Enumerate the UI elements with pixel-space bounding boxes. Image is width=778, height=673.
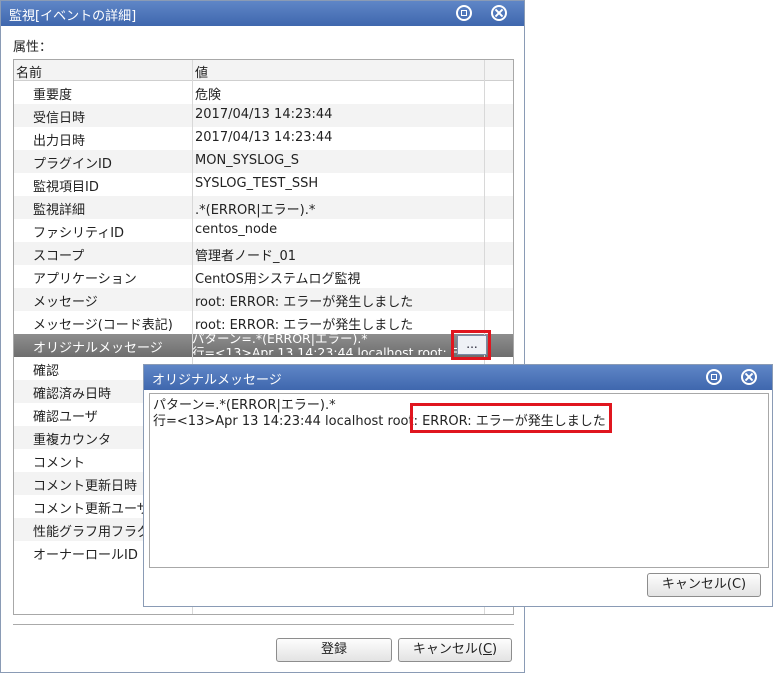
table-row[interactable]: メッセージ(コード表記) root: ERROR: エラーが発生しました: [14, 311, 513, 334]
row-name: メッセージ: [33, 295, 98, 310]
row-value: CentOS用システムログ監視: [195, 272, 361, 287]
popup-close-icon[interactable]: [741, 369, 757, 385]
row-name: オリジナルメッセージ: [33, 341, 163, 356]
row-name: 監視項目ID: [33, 180, 99, 195]
row-value-line1: パターン=.*(ERROR|エラー).*: [192, 332, 368, 346]
cancel-button[interactable]: キャンセル(C): [398, 638, 512, 662]
close-icon[interactable]: [491, 5, 507, 21]
highlight-box-error: [410, 403, 612, 433]
row-value: 危険: [195, 88, 222, 103]
original-message-dialog: オリジナルメッセージ パターン=.*(ERROR|エラー).* 行=<13>Ap…: [143, 364, 773, 607]
table-row[interactable]: プラグインID MON_SYSLOG_S: [14, 150, 513, 173]
row-name: 重要度: [33, 88, 73, 103]
row-value: MON_SYSLOG_S: [195, 153, 299, 168]
row-name: コメント: [33, 456, 86, 471]
popup-titlebar[interactable]: オリジナルメッセージ: [144, 365, 772, 390]
table-row[interactable]: メッセージ root: ERROR: エラーが発生しました: [14, 288, 513, 311]
row-name: 確認済み日時: [33, 387, 112, 402]
table-row[interactable]: 重要度 危険: [14, 81, 513, 104]
row-value: 2017/04/13 14:23:44: [195, 107, 333, 122]
row-name: コメント更新ユーザ: [33, 502, 150, 517]
row-name: 受信日時: [33, 111, 86, 126]
main-titlebar[interactable]: 監視[イベントの詳細]: [1, 1, 524, 26]
row-value: 2017/04/13 14:23:44: [195, 130, 333, 145]
popup-title: オリジナルメッセージ: [152, 373, 282, 388]
column-name-header[interactable]: 名前: [16, 62, 42, 81]
table-row[interactable]: アプリケーション CentOS用システムログ監視: [14, 265, 513, 288]
row-value: 管理者ノード_01: [195, 249, 297, 264]
table-row[interactable]: 出力日時 2017/04/13 14:23:44: [14, 127, 513, 150]
row-value-line2: 行=<13>Apr 13 14:23:44 localhost root: ER…: [192, 345, 460, 356]
row-value: root: ERROR: エラーが発生しました: [195, 295, 414, 310]
popup-cancel-button[interactable]: キャンセル(C): [647, 573, 761, 597]
window-title: 監視[イベントの詳細]: [9, 9, 137, 24]
maximize-icon[interactable]: [456, 5, 472, 21]
highlight-box-ellipsis: [451, 330, 491, 360]
row-name: スコープ: [33, 249, 85, 264]
cancel-label-close: ): [492, 642, 498, 657]
row-value: .*(ERROR|エラー).*: [195, 203, 316, 218]
table-row[interactable]: オリジナルメッセージ パターン=.*(ERROR|エラー).* 行=<13>Apr …: [14, 332, 513, 357]
table-row[interactable]: ファシリティID centos_node: [14, 219, 513, 242]
row-name: ファシリティID: [33, 226, 125, 241]
row-value: root: ERROR: エラーが発生しました: [195, 318, 414, 333]
row-name: 重複カウンタ: [33, 433, 112, 448]
cancel-accesskey: C: [482, 642, 493, 657]
separator: [13, 624, 514, 625]
table-row[interactable]: 受信日時 2017/04/13 14:23:44: [14, 104, 513, 127]
row-name: コメント更新日時: [33, 479, 138, 494]
row-value: SYSLOG_TEST_SSH: [195, 176, 319, 191]
cancel-label: キャンセル(: [412, 642, 483, 657]
table-row[interactable]: スコープ 管理者ノード_01: [14, 242, 513, 265]
row-name: 出力日時: [33, 134, 86, 149]
row-name: 確認ユーザ: [33, 410, 98, 425]
row-name: 監視詳細: [33, 203, 86, 218]
register-label: 登録: [320, 642, 347, 657]
popup-cancel-label: キャンセル(C): [661, 577, 747, 592]
row-name: メッセージ(コード表記): [33, 318, 173, 333]
row-name: 性能グラフ用フラグ: [33, 525, 151, 540]
row-name: プラグインID: [33, 157, 112, 172]
table-row[interactable]: 監視項目ID SYSLOG_TEST_SSH: [14, 173, 513, 196]
row-name: オーナーロールID: [33, 548, 138, 563]
row-value: パターン=.*(ERROR|エラー).* 行=<13>Apr 13 14:23:4…: [192, 332, 460, 355]
row-name: アプリケーション: [33, 272, 137, 287]
row-value: centos_node: [195, 222, 278, 237]
attributes-label: 属性：: [13, 40, 53, 55]
popup-maximize-icon[interactable]: [706, 369, 722, 385]
table-header: 名前 値: [14, 60, 513, 81]
register-button[interactable]: 登録: [276, 638, 392, 662]
column-value-header[interactable]: 値: [195, 62, 208, 81]
table-row[interactable]: 監視詳細 .*(ERROR|エラー).*: [14, 196, 513, 219]
row-name: 確認: [33, 364, 60, 379]
